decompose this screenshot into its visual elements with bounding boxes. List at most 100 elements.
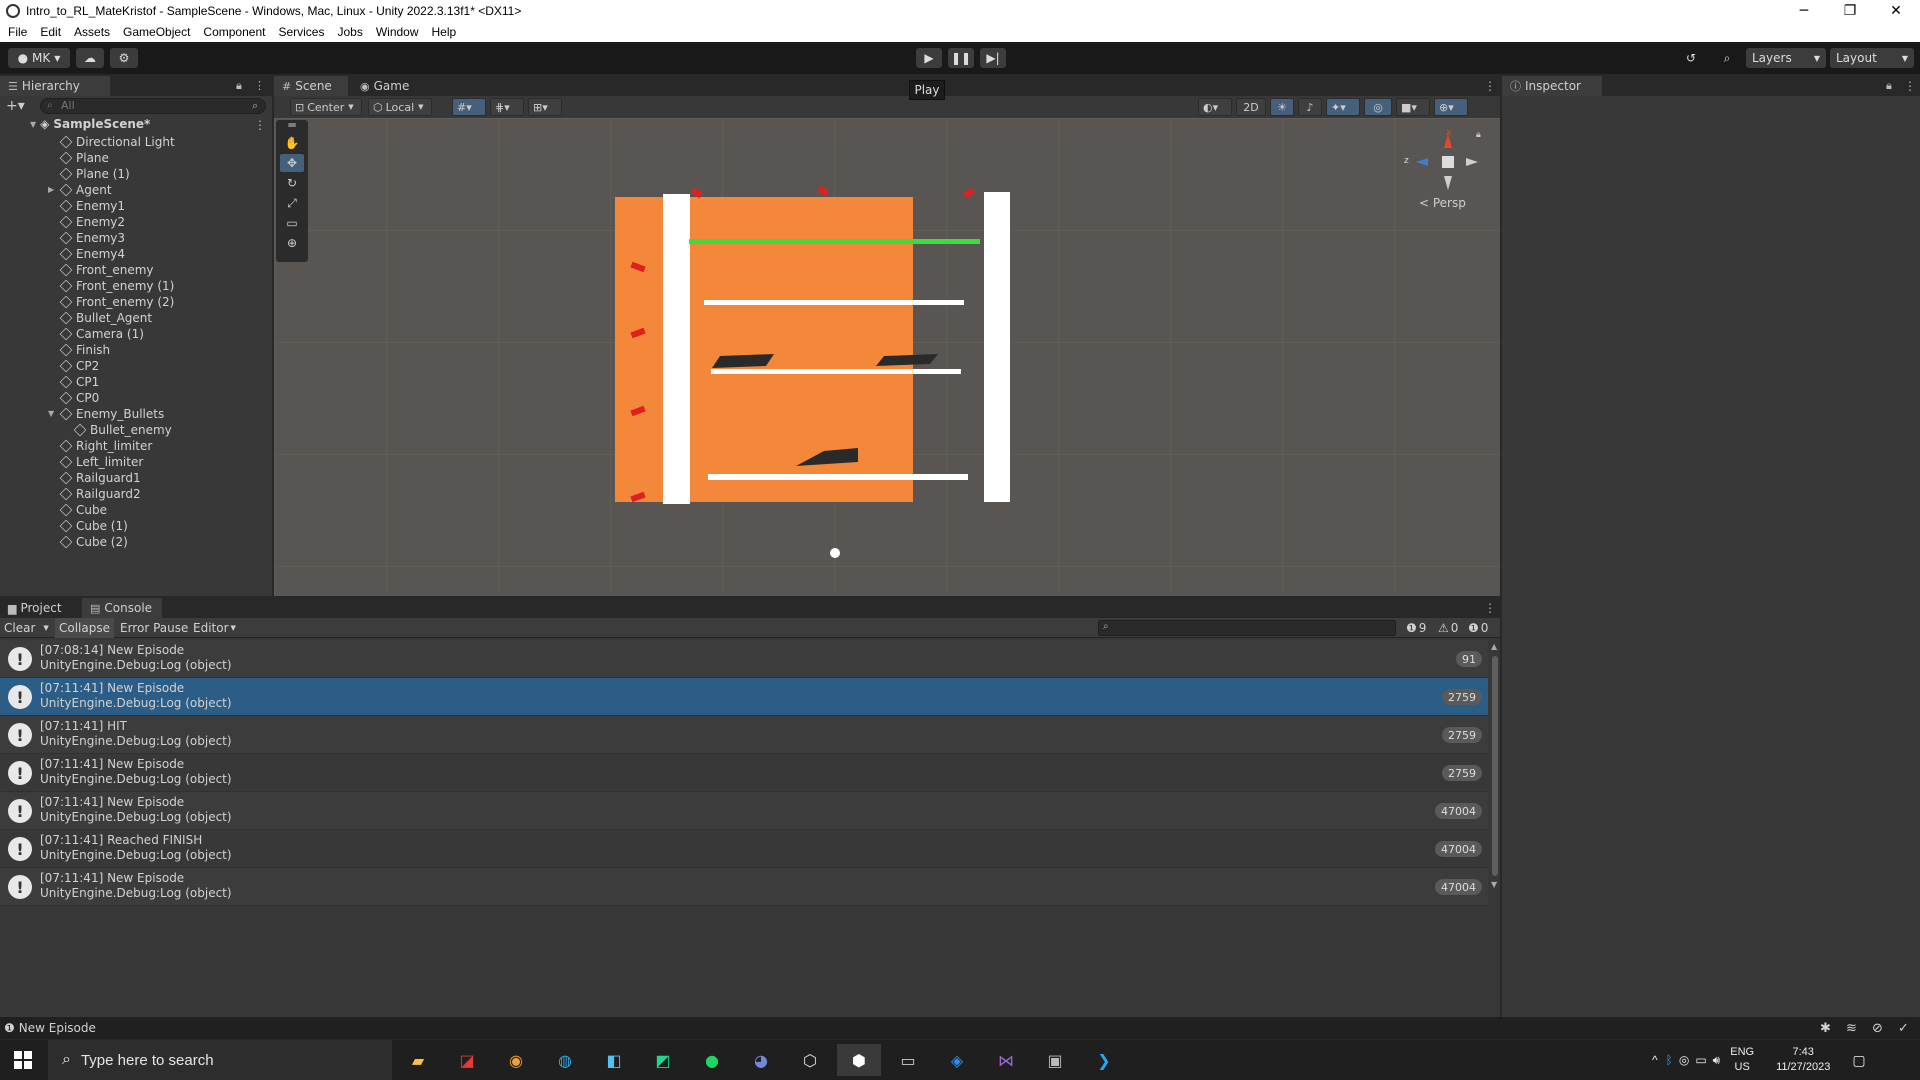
play-button[interactable]: ▶	[916, 48, 942, 68]
camera-icon[interactable]: ■▾	[1396, 98, 1430, 116]
lock-icon[interactable]: 🔒︎	[1886, 79, 1892, 93]
restore-button[interactable]: ❐	[1827, 0, 1873, 22]
hierarchy-item[interactable]: Enemy4	[59, 246, 125, 262]
hierarchy-item[interactable]: Railguard2	[59, 486, 141, 502]
discord-icon[interactable]: ◕	[739, 1044, 783, 1076]
cache-icon[interactable]: ≋	[1846, 1021, 1857, 1036]
hierarchy-item[interactable]: CP1	[59, 374, 99, 390]
hierarchy-item[interactable]: Enemy1	[59, 198, 125, 214]
tab-inspector[interactable]: ⓘ Inspector	[1502, 76, 1602, 96]
progress-icon[interactable]: ⊘	[1872, 1021, 1883, 1036]
more-icon[interactable]: ⋮	[254, 79, 265, 92]
add-icon[interactable]: +▾	[6, 98, 25, 114]
collab-icon[interactable]: ⚙	[110, 48, 138, 68]
cloud-icon[interactable]: ☁	[76, 48, 104, 68]
terminal-icon[interactable]: ▭	[886, 1044, 930, 1076]
account-button[interactable]: ● MK ▼	[8, 48, 70, 68]
effects-icon[interactable]: ✦▾	[1326, 98, 1360, 116]
menu-component[interactable]: Component	[203, 25, 265, 39]
clock[interactable]: 7:43 11/27/2023	[1776, 1045, 1830, 1075]
hierarchy-item[interactable]: Enemy3	[59, 230, 125, 246]
hierarchy-item[interactable]: Front_enemy	[59, 262, 154, 278]
hierarchy-item[interactable]: Front_enemy (2)	[59, 294, 174, 310]
hierarchy-item[interactable]: Cube (2)	[59, 534, 128, 550]
incremental-snap-icon[interactable]: ⊞▾	[528, 98, 562, 116]
menu-assets[interactable]: Assets	[74, 25, 110, 39]
scroll-down-icon[interactable]: ▼	[1491, 880, 1497, 889]
orientation-gizmo[interactable]: x z	[1402, 128, 1482, 192]
scene-root-row[interactable]: ▼ ◈ SampleScene*	[30, 116, 150, 132]
tab-scene[interactable]: # Scene	[274, 76, 348, 96]
tab-console[interactable]: ▤ Console	[82, 598, 162, 618]
hierarchy-item[interactable]: Right_limiter	[59, 438, 152, 454]
settings-app-icon[interactable]: ▣	[1033, 1044, 1077, 1076]
hierarchy-item[interactable]: Agent	[59, 182, 112, 198]
history-icon[interactable]: ↺	[1678, 48, 1704, 68]
hierarchy-item[interactable]: CP2	[59, 358, 99, 374]
network-icon[interactable]: ▭	[1695, 1053, 1706, 1067]
visual-studio-icon[interactable]: ⋈	[984, 1044, 1028, 1076]
audio-icon[interactable]: ♪	[1298, 98, 1322, 116]
menu-services[interactable]: Services	[278, 25, 324, 39]
console-entry[interactable]: ! [07:11:41] New Episode UnityEngine.Debug…	[0, 754, 1488, 792]
hierarchy-item[interactable]: Cube	[59, 502, 107, 518]
editor-dropdown[interactable]: Editor ▼	[189, 618, 240, 638]
notifications-icon[interactable]: ▢	[1852, 1052, 1865, 1069]
spotify-icon[interactable]: ●	[690, 1044, 734, 1076]
error-filter-toggle[interactable]: ❶ 0	[1464, 618, 1492, 638]
console-entry[interactable]: ! [07:11:41] New Episode UnityEngine.Debug…	[0, 868, 1488, 906]
step-button[interactable]: ▶|	[980, 48, 1006, 68]
hierarchy-item[interactable]: Railguard1	[59, 470, 141, 486]
mode-2d-button[interactable]: 2D	[1236, 98, 1266, 116]
hierarchy-item[interactable]: Directional Light	[59, 134, 175, 150]
console-scrollbar[interactable]: ▲ ▼	[1490, 642, 1500, 892]
tab-hierarchy[interactable]: ☰ Hierarchy	[0, 76, 110, 96]
more-icon[interactable]: ⋮	[1904, 79, 1916, 93]
lighting-icon[interactable]: ☀	[1270, 98, 1294, 116]
menu-file[interactable]: File	[8, 25, 27, 39]
windows-start-icon[interactable]	[14, 1051, 32, 1069]
grid-snap-icon[interactable]: #▾	[452, 98, 486, 116]
status-message[interactable]: New Episode	[19, 1021, 96, 1035]
pivot-space-dropdown[interactable]: ⬡ Local ▼	[368, 98, 432, 116]
console-entry[interactable]: ! [07:08:14] New Episode UnityEngine.Debug…	[0, 640, 1488, 678]
clear-button[interactable]: Clear ▼	[0, 618, 53, 638]
scene-search-icon[interactable]: ⌕	[252, 99, 258, 113]
layout-dropdown[interactable]: Layout ▼	[1830, 48, 1914, 68]
console-entry[interactable]: ! [07:11:41] HIT UnityEngine.Debug:Log (ob…	[0, 716, 1488, 754]
menu-edit[interactable]: Edit	[40, 25, 61, 39]
error-pause-toggle[interactable]: Error Pause	[116, 618, 192, 638]
menu-jobs[interactable]: Jobs	[337, 25, 362, 39]
search-icon[interactable]: ⌕	[1714, 48, 1740, 68]
pause-button[interactable]: ❚❚	[948, 48, 974, 68]
more-icon[interactable]: ⋮	[1484, 601, 1496, 615]
hierarchy-item[interactable]: Enemy2	[59, 214, 125, 230]
log-filter-toggle[interactable]: ❶ 9	[1402, 618, 1430, 638]
pycharm-icon[interactable]: ◩	[641, 1044, 685, 1076]
app-blue-icon[interactable]: ◈	[935, 1044, 979, 1076]
tab-project[interactable]: ▆ Project	[0, 598, 74, 618]
hierarchy-item[interactable]: Finish	[59, 342, 110, 358]
taskbar-search-input[interactable]: ⌕ Type here to search	[48, 1040, 392, 1080]
rider-icon[interactable]: ◧	[592, 1044, 636, 1076]
file-explorer-icon[interactable]: ▰	[396, 1044, 440, 1076]
scroll-thumb[interactable]	[1492, 656, 1498, 876]
unity-editor-icon[interactable]: ⬢	[837, 1044, 881, 1076]
snap-increment-icon[interactable]: ⋕▾	[490, 98, 524, 116]
hierarchy-item[interactable]: Bullet_enemy	[73, 422, 172, 438]
console-entry[interactable]: ! [07:11:41] Reached FINISH UnityEngine.De…	[0, 830, 1488, 868]
pivot-mode-dropdown[interactable]: ⊡ Center ▼	[290, 98, 362, 116]
menu-help[interactable]: Help	[432, 25, 457, 39]
vscode-icon[interactable]: ❯	[1082, 1044, 1126, 1076]
expand-arrow-icon[interactable]: ▼	[48, 409, 54, 418]
steam-icon[interactable]: ◎	[1679, 1053, 1689, 1067]
layers-dropdown[interactable]: Layers ▼	[1746, 48, 1826, 68]
hierarchy-item[interactable]: Cube (1)	[59, 518, 128, 534]
minimize-button[interactable]: ─	[1781, 0, 1827, 22]
draw-mode-icon[interactable]: ◐▾	[1198, 98, 1232, 116]
amd-icon[interactable]: ◪	[445, 1044, 489, 1076]
visibility-icon[interactable]: ◎	[1364, 98, 1392, 116]
hierarchy-item[interactable]: Bullet_Agent	[59, 310, 152, 326]
lock-icon[interactable]: 🔒︎	[236, 79, 242, 93]
hierarchy-item[interactable]: Left_limiter	[59, 454, 143, 470]
